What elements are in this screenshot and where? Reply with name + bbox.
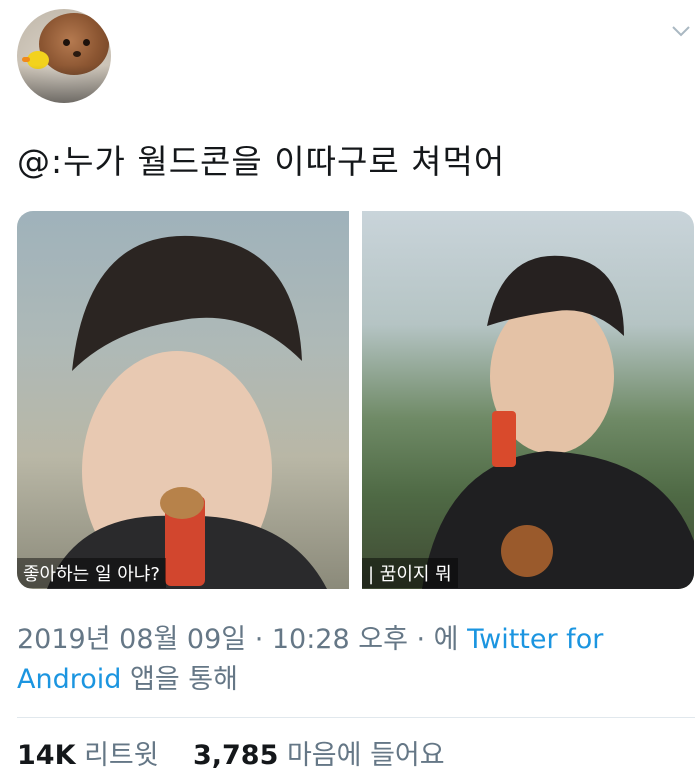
dog-nose	[73, 51, 81, 57]
tweet-photo-1[interactable]: 좋아하는 일 아냐?	[17, 211, 349, 589]
dog-eye	[63, 39, 70, 46]
likes-stat[interactable]: 3,785 마음에 들어요	[193, 740, 445, 771]
source-suffix: 앱을 통해	[121, 664, 238, 695]
retweets-count: 14K	[17, 740, 76, 771]
retweets-label: 리트윗	[84, 740, 159, 771]
rubber-duck-beak	[22, 57, 30, 62]
tweet-text: @:누가 월드콘을 이따구로 쳐먹어	[17, 142, 506, 181]
tweet-stats: 14K 리트윗 3,785 마음에 들어요	[17, 736, 445, 776]
divider	[17, 717, 695, 718]
likes-label: 마음에 들어요	[286, 740, 445, 771]
avatar[interactable]	[17, 9, 111, 103]
photo-subtitle: | 꿈이지 뭐	[362, 558, 458, 588]
tweet-photo-2[interactable]: | 꿈이지 뭐	[362, 211, 694, 589]
tweet-metadata: 2019년 08월 09일 · 10:28 오후 · 에 Twitter for…	[17, 620, 657, 700]
photo-illustration	[422, 255, 694, 589]
avatar-shadow	[17, 65, 111, 103]
timestamp: 2019년 08월 09일 · 10:28 오후 · 에	[17, 624, 468, 655]
photo-illustration	[47, 235, 327, 589]
dog-eye	[83, 39, 90, 46]
chevron-down-icon[interactable]	[671, 24, 691, 38]
retweets-stat[interactable]: 14K 리트윗	[17, 740, 159, 771]
likes-count: 3,785	[192, 740, 279, 771]
photo-subtitle: 좋아하는 일 아냐?	[17, 558, 166, 588]
